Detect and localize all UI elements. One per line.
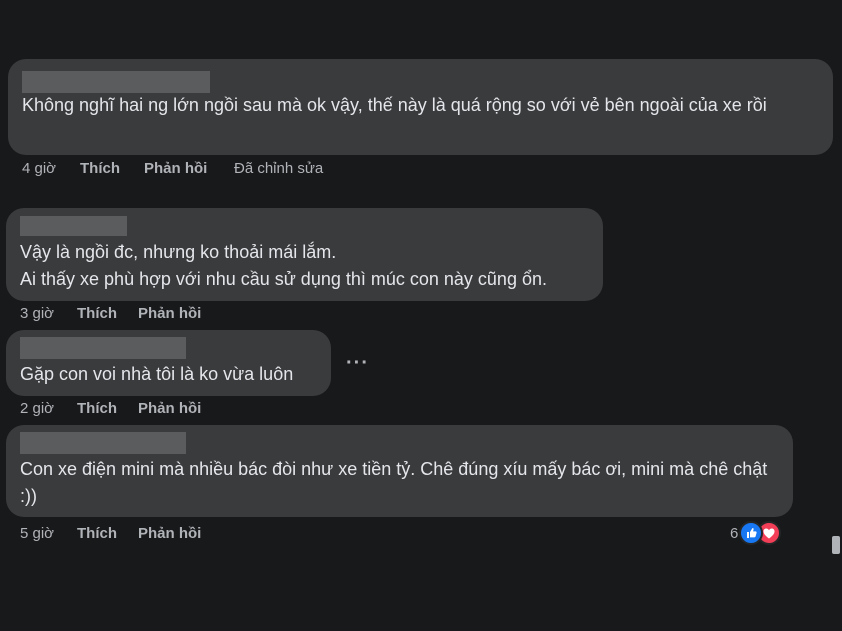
comment-bubble: Con xe điện mini mà nhiều bác đòi như xe… bbox=[6, 425, 793, 517]
comment-bubble: Vậy là ngồi đc, nhưng ko thoải mái lắm. … bbox=[6, 208, 603, 301]
scrollbar-thumb[interactable] bbox=[832, 536, 840, 554]
comment-time[interactable]: 2 giờ bbox=[20, 400, 77, 417]
like-button[interactable]: Thích bbox=[77, 525, 138, 542]
like-button[interactable]: Thích bbox=[77, 305, 138, 322]
reply-button[interactable]: Phản hồi bbox=[138, 400, 201, 417]
comment-text: Con xe điện mini mà nhiều bác đòi như xe… bbox=[20, 459, 768, 506]
reaction-count: 6 bbox=[730, 524, 739, 542]
comment-bubble: Không nghĩ hai ng lớn ngồi sau mà ok vậy… bbox=[8, 59, 833, 155]
reaction-summary[interactable]: 6 bbox=[730, 521, 782, 545]
comment-time[interactable]: 5 giờ bbox=[20, 525, 77, 542]
commenter-name-redacted[interactable] bbox=[20, 216, 127, 236]
commenter-name-redacted[interactable] bbox=[20, 337, 186, 359]
edited-label[interactable]: Đã chỉnh sửa bbox=[234, 160, 323, 177]
comment-text: Gặp con voi nhà tôi là ko vừa luôn bbox=[20, 364, 294, 384]
comment-text: Không nghĩ hai ng lớn ngồi sau mà ok vậy… bbox=[22, 95, 767, 115]
comment-time[interactable]: 4 giờ bbox=[22, 160, 80, 177]
comment-bubble: Gặp con voi nhà tôi là ko vừa luôn bbox=[6, 330, 331, 396]
comment-thread: Không nghĩ hai ng lớn ngồi sau mà ok vậy… bbox=[0, 0, 842, 631]
comment-actions: 4 giờ Thích Phản hồi Đã chỉnh sửa bbox=[22, 160, 323, 177]
more-options-icon[interactable]: ··· bbox=[346, 353, 369, 373]
reply-button[interactable]: Phản hồi bbox=[138, 305, 201, 322]
comment-text: Vậy là ngồi đc, nhưng ko thoải mái lắm. … bbox=[20, 242, 547, 289]
comment-actions: 3 giờ Thích Phản hồi bbox=[20, 305, 201, 322]
reply-button[interactable]: Phản hồi bbox=[138, 525, 201, 542]
comment-actions: 5 giờ Thích Phản hồi bbox=[20, 525, 201, 542]
commenter-name-redacted[interactable] bbox=[22, 71, 210, 93]
comment-time[interactable]: 3 giờ bbox=[20, 305, 77, 322]
like-button[interactable]: Thích bbox=[77, 400, 138, 417]
comment-actions: 2 giờ Thích Phản hồi bbox=[20, 400, 201, 417]
commenter-name-redacted[interactable] bbox=[20, 432, 186, 454]
reply-button[interactable]: Phản hồi bbox=[144, 160, 234, 177]
like-reaction-icon bbox=[739, 521, 764, 545]
like-button[interactable]: Thích bbox=[80, 160, 144, 177]
